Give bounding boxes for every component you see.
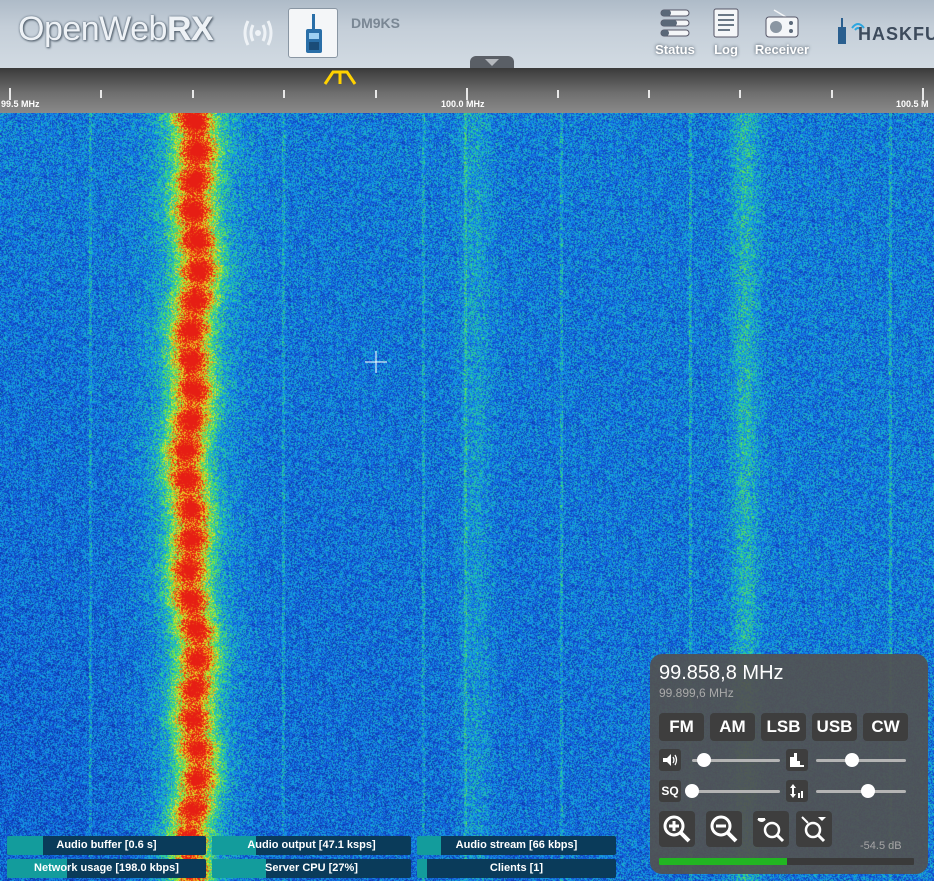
chevron-down-icon <box>485 59 499 66</box>
noise-reduction-slider-thumb[interactable] <box>845 753 859 767</box>
zoom-to-full-button[interactable] <box>796 811 832 847</box>
zoom-in-button[interactable] <box>659 811 695 847</box>
zoom-to-band-icon <box>757 818 785 843</box>
mode-button-fm[interactable]: FM <box>659 713 704 741</box>
scale-tick <box>466 88 468 100</box>
squelch-button[interactable]: SQ <box>659 780 681 802</box>
noise-reduction-icon <box>790 753 804 767</box>
zoom-in-icon <box>663 815 691 843</box>
receiver-icon <box>765 9 799 38</box>
audio-stream-label: Audio stream [66 kbps] <box>455 839 578 851</box>
zoom-out-button[interactable] <box>706 811 742 847</box>
server-cpu-label: Server CPU [27%] <box>265 862 358 874</box>
scale-tick <box>557 90 559 98</box>
server-cpu-bar: Server CPU [27%] <box>212 859 411 878</box>
network-usage-label: Network usage [198.0 kbps] <box>34 862 179 874</box>
scale-tick <box>9 88 11 100</box>
scale-label-left: 99.5 MHz <box>1 99 40 109</box>
clients-bar: Clients [1] <box>417 859 616 878</box>
partner-logo-text: HASKFU <box>858 24 934 44</box>
zoom-full-icon <box>801 816 826 843</box>
receiver-panel: 99.858,8 MHz 99.899,6 MHz FM AM LSB USB … <box>650 654 928 874</box>
log-icon <box>713 8 739 38</box>
top-bar: OpenWebRX DM9KS Status Log Receiver HASK… <box>0 0 934 68</box>
mode-button-lsb[interactable]: LSB <box>761 713 806 741</box>
audio-buffer-label: Audio buffer [0.6 s] <box>56 839 157 851</box>
squelch-slider-thumb[interactable] <box>685 784 699 798</box>
mode-button-usb[interactable]: USB <box>812 713 857 741</box>
auto-adjust-icon <box>790 784 803 798</box>
noise-reduction-slider-track[interactable] <box>816 759 906 762</box>
scale-tick <box>375 90 377 98</box>
network-usage-bar: Network usage [198.0 kbps] <box>7 859 206 878</box>
scale-tick <box>922 88 924 100</box>
scale-tick <box>192 90 194 98</box>
filter-passband-marker[interactable] <box>323 68 357 86</box>
mode-button-cw[interactable]: CW <box>863 713 908 741</box>
squelch-slider-track[interactable] <box>692 790 780 793</box>
handheld-radio-icon <box>306 14 322 53</box>
clients-label: Clients [1] <box>489 862 544 874</box>
log-button-label: Log <box>714 42 738 57</box>
receiver-callsign: DM9KS <box>351 15 401 31</box>
logo-rx: RX <box>166 10 214 48</box>
speaker-icon <box>663 754 678 766</box>
tuned-frequency[interactable]: 99.858,8 MHz <box>659 662 784 685</box>
scale-tick <box>648 90 650 98</box>
audio-output-label: Audio output [47.1 ksps] <box>247 839 376 851</box>
zoom-out-icon <box>710 815 738 843</box>
gain-slider-thumb[interactable] <box>861 784 876 798</box>
scale-tick <box>283 90 285 98</box>
audio-stream-bar: Audio stream [66 kbps] <box>417 836 616 855</box>
radio-waves-icon <box>243 20 273 46</box>
scale-label-right: 100.5 M <box>896 99 929 109</box>
audio-buffer-bar: Audio buffer [0.6 s] <box>7 836 206 855</box>
scale-tick <box>831 90 833 98</box>
audio-output-bar: Audio output [47.1 ksps] <box>212 836 411 855</box>
mute-button[interactable] <box>659 749 681 771</box>
smeter-fill <box>659 858 787 865</box>
smeter-db-readout: -54.5 dB <box>860 840 902 852</box>
receiver-button-label: Receiver <box>754 42 810 57</box>
volume-slider-thumb[interactable] <box>697 753 712 767</box>
mode-button-am[interactable]: AM <box>710 713 755 741</box>
scale-label-center: 100.0 MHz <box>441 99 485 109</box>
scale-tick <box>100 90 102 98</box>
center-frequency: 99.899,6 MHz <box>659 686 734 700</box>
zoom-to-band-button[interactable] <box>753 811 789 847</box>
cursor-crosshair-icon <box>365 351 387 373</box>
receiver-avatar[interactable] <box>288 8 338 58</box>
frequency-scale[interactable]: 99.5 MHz 100.0 MHz 100.5 M <box>0 68 934 113</box>
log-button[interactable]: Log <box>696 8 756 57</box>
scale-tick <box>739 90 741 98</box>
smeter-bar <box>659 858 914 865</box>
noise-reduction-button[interactable] <box>786 749 808 771</box>
logo-text: OpenWeb <box>18 10 167 48</box>
panel-toggle-button[interactable] <box>470 56 514 68</box>
status-button-label: Status <box>655 42 695 57</box>
auto-squelch-button[interactable] <box>786 780 808 802</box>
status-icon <box>660 9 690 37</box>
receiver-button[interactable]: Receiver <box>752 8 812 57</box>
openwebrx-logo[interactable]: OpenWebRX <box>18 10 214 49</box>
